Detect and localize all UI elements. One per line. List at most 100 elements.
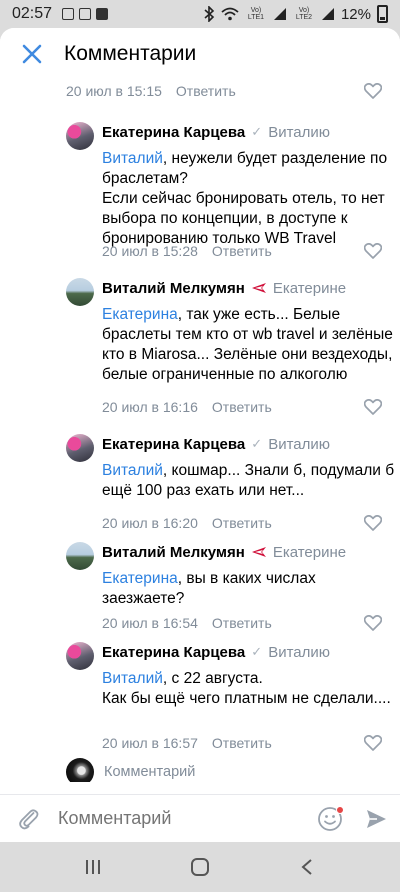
spartak-badge-icon xyxy=(251,547,266,557)
verified-icon: ✓ xyxy=(251,436,263,451)
screenshot-notification-icon xyxy=(79,8,92,20)
comment-meta: 20 июл в 15:15 Ответить xyxy=(66,82,400,100)
my-avatar xyxy=(66,758,94,782)
reply-button[interactable]: Ответить xyxy=(212,515,272,531)
like-button[interactable] xyxy=(364,614,382,632)
comment-meta: 20 июл в 16:57 Ответить xyxy=(102,734,400,752)
reply-to-label: Виталию xyxy=(268,123,330,141)
home-icon xyxy=(190,858,209,876)
alert-notification-icon xyxy=(96,8,109,20)
like-button[interactable] xyxy=(364,514,382,532)
home-button[interactable] xyxy=(175,847,225,887)
composer-hint[interactable]: Комментарий xyxy=(0,758,400,782)
status-time: 02:57 xyxy=(12,5,53,22)
avatar[interactable] xyxy=(66,642,94,670)
network-1-label: Vo) LTE1 xyxy=(247,7,265,21)
comment-item: Екатерина Карцева ✓ Виталию Виталий, неу… xyxy=(0,122,400,262)
heart-icon xyxy=(364,615,382,631)
network-2-label: Vo) LTE2 xyxy=(295,7,313,21)
comment-author[interactable]: Екатерина Карцева xyxy=(102,644,245,661)
back-button[interactable] xyxy=(282,847,332,887)
reply-button[interactable]: Ответить xyxy=(212,399,272,415)
comment-author[interactable]: Екатерина Карцева xyxy=(102,124,245,141)
comment-text: Виталий, с 22 августа. Как бы ещё чего п… xyxy=(102,670,391,707)
comment-meta: 20 июл в 16:54 Ответить xyxy=(102,614,400,632)
mention-link[interactable]: Виталий xyxy=(102,150,163,167)
comment-item: Виталий Мелкумян Екатерине Екатерина, вы… xyxy=(0,542,400,642)
close-icon xyxy=(22,44,42,64)
comment-date: 20 июл в 15:28 xyxy=(102,243,198,259)
verified-icon: ✓ xyxy=(251,124,263,139)
like-button[interactable] xyxy=(364,734,382,752)
mention-link[interactable]: Екатерина xyxy=(102,570,178,587)
comment-date: 20 июл в 16:20 xyxy=(102,515,198,531)
composer-hint-label: Комментарий xyxy=(104,764,196,780)
heart-icon xyxy=(364,399,382,415)
mention-link[interactable]: Екатерина xyxy=(102,306,178,323)
paperclip-icon xyxy=(19,808,39,829)
reply-button[interactable]: Ответить xyxy=(176,83,236,99)
comment-text: Екатерина, вы в каких числах заезжаете? xyxy=(102,570,316,607)
bluetooth-icon xyxy=(204,6,215,22)
reply-to-label: Виталию xyxy=(268,643,330,661)
notification-dot xyxy=(336,805,344,814)
comment-text: Екатерина, так уже есть... Белые браслет… xyxy=(102,306,393,383)
spartak-badge-icon xyxy=(251,283,266,293)
signal-2-icon xyxy=(321,8,334,20)
reply-to-label: Екатерине xyxy=(272,543,347,561)
comment-author[interactable]: Екатерина Карцева xyxy=(102,436,245,453)
like-button[interactable] xyxy=(364,242,382,260)
system-nav-bar xyxy=(0,842,400,892)
recent-apps-button[interactable] xyxy=(68,847,118,887)
reply-button[interactable]: Ответить xyxy=(212,735,272,751)
reply-button[interactable]: Ответить xyxy=(212,615,272,631)
comment-input-bar xyxy=(0,794,400,842)
comment-date: 20 июл в 16:16 xyxy=(102,399,198,415)
avatar[interactable] xyxy=(66,434,94,462)
comment-date: 20 июл в 16:57 xyxy=(102,735,198,751)
reply-to-label: Екатерине xyxy=(272,279,347,297)
heart-icon xyxy=(364,515,382,531)
heart-icon xyxy=(364,243,382,259)
avatar[interactable] xyxy=(66,278,94,306)
comment-input[interactable] xyxy=(58,808,308,829)
comment-date: 20 июл в 16:54 xyxy=(102,615,198,631)
header: Комментарии xyxy=(0,28,400,80)
reply-to-label: Виталию xyxy=(268,435,330,453)
mention-link[interactable]: Виталий xyxy=(102,670,163,687)
heart-icon xyxy=(364,83,382,99)
avatar[interactable] xyxy=(66,122,94,150)
like-button[interactable] xyxy=(364,82,382,100)
emoji-button[interactable] xyxy=(308,795,352,843)
comments-sheet: Комментарии 20 июл в 15:15 Ответить Екат… xyxy=(0,28,400,842)
comment-item: Екатерина Карцева ✓ Виталию Виталий, с 2… xyxy=(0,642,400,762)
attach-button[interactable] xyxy=(0,795,58,843)
comment-meta: 20 июл в 16:20 Ответить xyxy=(102,514,400,532)
page-title: Комментарии xyxy=(64,42,197,65)
comment-item: Екатерина Карцева ✓ Виталию Виталий, кош… xyxy=(0,434,400,534)
back-icon xyxy=(301,859,312,875)
status-bar: 02:57 Vo) LTE1 Vo) LTE2 12% xyxy=(0,0,400,28)
mention-link[interactable]: Виталий xyxy=(102,462,163,479)
heart-icon xyxy=(364,735,382,751)
gallery-notification-icon xyxy=(62,8,75,20)
verified-icon: ✓ xyxy=(251,644,263,659)
comment-text: Виталий, неужели будет разделение по бра… xyxy=(102,150,388,247)
comments-list[interactable]: 20 июл в 15:15 Ответить Екатерина Карцев… xyxy=(0,80,400,782)
like-button[interactable] xyxy=(364,398,382,416)
close-button[interactable] xyxy=(0,28,64,80)
send-button[interactable] xyxy=(352,795,400,843)
comment-date: 20 июл в 15:15 xyxy=(66,83,162,99)
recent-apps-icon xyxy=(86,860,101,874)
comment-item: Виталий Мелкумян Екатерине Екатерина, та… xyxy=(0,278,400,418)
comment-author[interactable]: Виталий Мелкумян xyxy=(102,544,245,561)
comment-meta: 20 июл в 16:16 Ответить xyxy=(102,398,400,416)
send-icon xyxy=(367,809,386,828)
reply-button[interactable]: Ответить xyxy=(212,243,272,259)
comment-author[interactable]: Виталий Мелкумян xyxy=(102,280,245,297)
battery-percent: 12% xyxy=(340,5,371,23)
wifi-icon xyxy=(221,7,239,21)
comment-meta: 20 июл в 15:28 Ответить xyxy=(102,242,400,260)
avatar[interactable] xyxy=(66,542,94,570)
battery-icon xyxy=(377,5,388,23)
